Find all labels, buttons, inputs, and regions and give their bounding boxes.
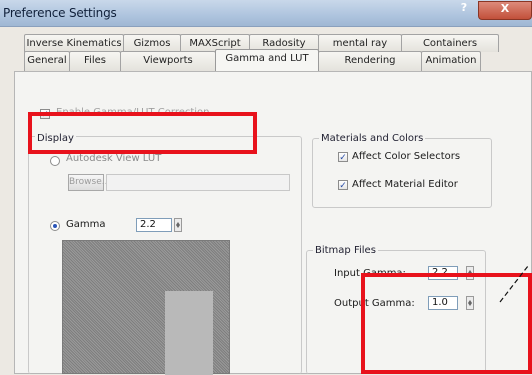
lut-path-field[interactable] xyxy=(106,174,290,191)
tab-rendering[interactable]: Rendering xyxy=(318,51,422,71)
gamma-radio[interactable] xyxy=(50,221,60,231)
gamma-label: Gamma xyxy=(66,219,106,230)
materials-colors-group: Materials and Colors xyxy=(312,133,492,208)
affect-material-editor-label: Affect Material Editor xyxy=(352,179,458,190)
tab-files[interactable]: Files xyxy=(69,51,121,71)
affect-material-editor-checkbox[interactable]: ✓ xyxy=(338,180,348,191)
gamma-input[interactable]: 2.2 xyxy=(136,218,172,232)
help-button[interactable]: ? xyxy=(452,1,476,17)
display-highlight-box xyxy=(28,112,257,154)
tab-general[interactable]: General xyxy=(24,51,70,71)
tab-viewports[interactable]: Viewports xyxy=(120,51,216,71)
title-bar: Preference Settings ? X xyxy=(0,0,532,27)
affect-color-selectors-checkbox[interactable]: ✓ xyxy=(338,152,348,163)
tab-animation[interactable]: Animation xyxy=(421,51,481,71)
browse-button[interactable]: Browse... xyxy=(68,174,110,191)
materials-colors-label: Materials and Colors xyxy=(319,133,426,144)
tab-row-bottom: General Files Viewports Gamma and LUT Re… xyxy=(24,49,532,71)
tab-mental-ray[interactable]: mental ray xyxy=(318,34,402,52)
autodesk-view-lut-label: Autodesk View LUT xyxy=(66,153,162,164)
gamma-radio-dot xyxy=(53,224,57,228)
autodesk-view-lut-radio[interactable] xyxy=(50,156,60,166)
bitmap-files-label: Bitmap Files xyxy=(313,245,378,256)
window-title: Preference Settings xyxy=(3,6,117,20)
annotation-dashed-line xyxy=(499,265,529,303)
tab-gamma-and-lut[interactable]: Gamma and LUT xyxy=(215,49,319,71)
tab-containers[interactable]: Containers xyxy=(401,34,499,52)
gamma-preview-swatch xyxy=(165,291,213,375)
gamma-preview-pattern xyxy=(62,240,230,375)
tab-inverse-kinematics[interactable]: Inverse Kinematics xyxy=(24,34,124,52)
tab-gizmos[interactable]: Gizmos xyxy=(123,34,181,52)
gamma-spinner[interactable] xyxy=(174,218,182,232)
close-button[interactable]: X xyxy=(478,1,532,20)
affect-color-selectors-label: Affect Color Selectors xyxy=(352,151,461,162)
